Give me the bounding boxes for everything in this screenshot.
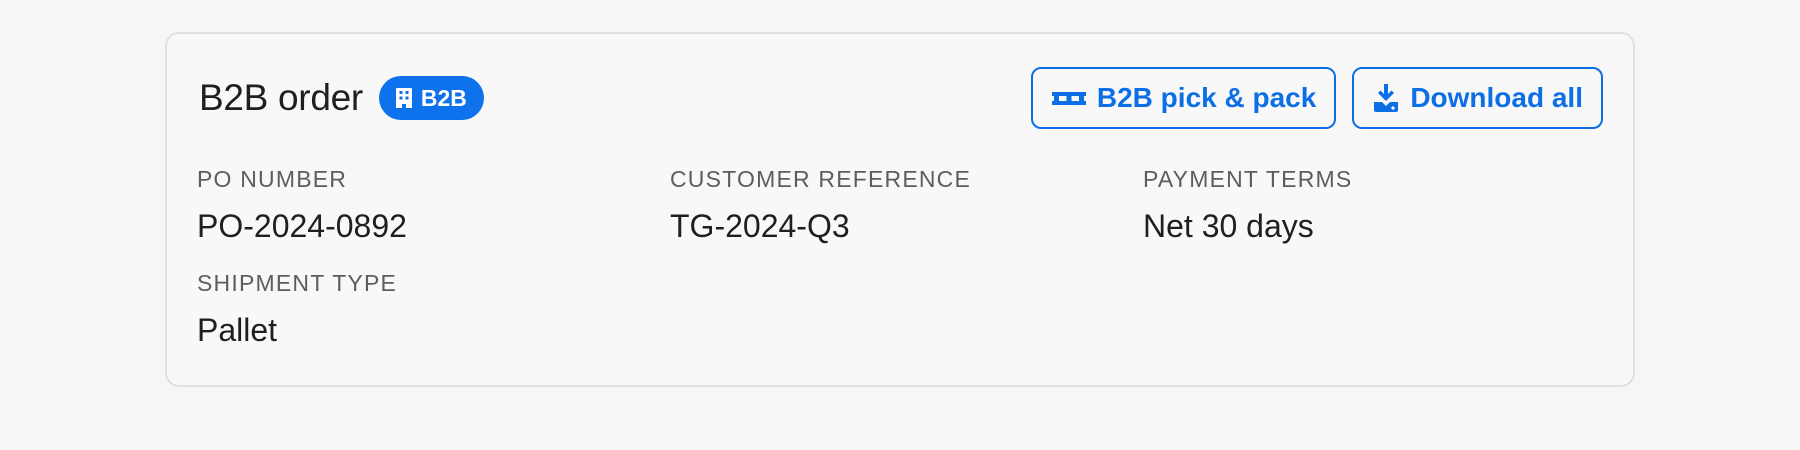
title-group: B2B order B2B bbox=[199, 76, 484, 120]
download-icon bbox=[1372, 83, 1400, 113]
card-header: B2B order B2B B2B pick & pack Download a… bbox=[199, 67, 1603, 129]
download-all-label: Download all bbox=[1410, 82, 1583, 113]
pick-pack-label: B2B pick & pack bbox=[1096, 82, 1317, 113]
payment-terms-value: Net 30 days bbox=[1143, 208, 1314, 244]
po-number-value: PO-2024-0892 bbox=[197, 208, 407, 244]
b2b-badge: B2B bbox=[378, 76, 484, 120]
badge-label: B2B bbox=[420, 84, 467, 111]
b2b-pick-pack-button[interactable]: B2B pick & pack bbox=[1030, 67, 1337, 129]
customer-reference-field: CUSTOMER REFERENCE TG-2024-Q3 bbox=[670, 164, 1130, 246]
building-icon bbox=[395, 87, 413, 109]
shipment-type-label: SHIPMENT TYPE bbox=[197, 270, 398, 296]
po-number-field: PO NUMBER PO-2024-0892 bbox=[197, 164, 657, 246]
shipment-type-value: Pallet bbox=[197, 312, 278, 348]
customer-reference-label: CUSTOMER REFERENCE bbox=[670, 166, 972, 192]
payment-terms-field: PAYMENT TERMS Net 30 days bbox=[1143, 164, 1603, 246]
card-title: B2B order bbox=[199, 77, 363, 118]
po-number-label: PO NUMBER bbox=[197, 166, 348, 192]
shipment-type-field: SHIPMENT TYPE Pallet bbox=[197, 268, 657, 350]
header-actions: B2B pick & pack Download all bbox=[1030, 67, 1603, 129]
payment-terms-label: PAYMENT TERMS bbox=[1143, 166, 1353, 192]
download-all-button[interactable]: Download all bbox=[1352, 67, 1603, 129]
customer-reference-value: TG-2024-Q3 bbox=[670, 208, 850, 244]
b2b-order-card: B2B order B2B B2B pick & pack Download a… bbox=[165, 32, 1635, 387]
pallet-icon bbox=[1051, 87, 1087, 109]
